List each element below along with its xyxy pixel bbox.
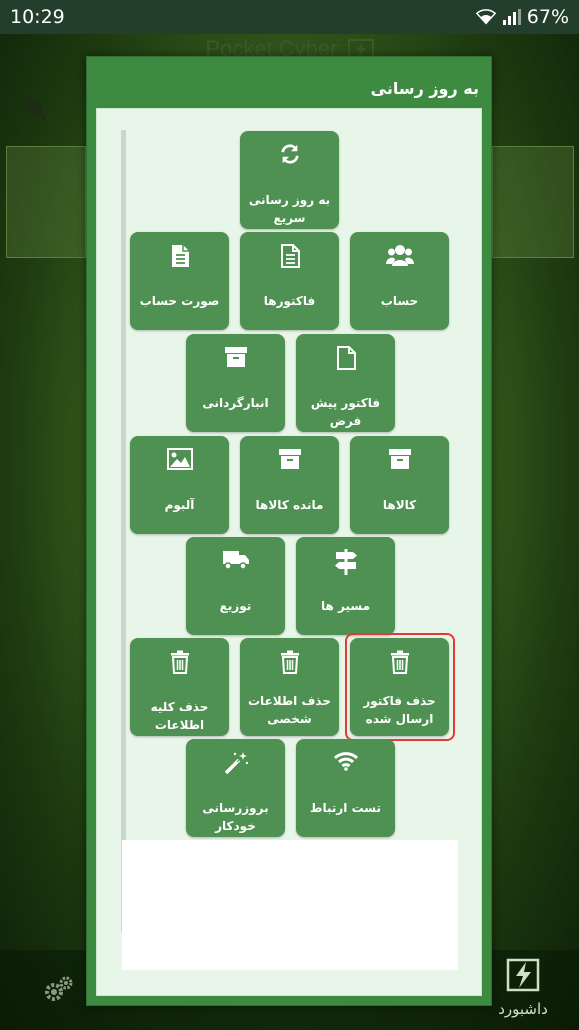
tile-label: تست ارتباط <box>310 801 381 815</box>
dashboard-icon <box>506 958 540 992</box>
tile-label: فاکتور پیش فرض <box>310 396 381 428</box>
tile-statement[interactable]: صورت حساب <box>130 232 229 330</box>
signal-icon <box>502 9 521 25</box>
tile-auto-update[interactable]: بروزرسانی خودکار <box>186 739 285 837</box>
refresh-icon <box>240 143 339 165</box>
tile-label: توزیع <box>219 599 252 613</box>
status-time: 10:29 <box>10 6 65 28</box>
background-panel-right <box>492 146 574 258</box>
status-bar: 10:29 67% <box>0 0 579 34</box>
tile-delete-personal-info[interactable]: حذف اطلاعات شخصی <box>240 638 339 736</box>
tile-default-invoice[interactable]: فاکتور پیش فرض <box>296 334 395 432</box>
tile-label: مانده کالاها <box>255 498 324 512</box>
archive-icon <box>186 346 285 368</box>
plug-icon <box>18 92 52 130</box>
tile-label: انبارگردانی <box>202 396 269 410</box>
tile-invoices[interactable]: فاکتورها <box>240 232 339 330</box>
tile-label: صورت حساب <box>139 294 220 308</box>
magic-wand-icon <box>186 751 285 775</box>
tile-delete-all-info[interactable]: حذف کلیه اطلاعات <box>130 638 229 736</box>
wifi-status-icon <box>475 9 496 25</box>
blank-document-icon <box>296 346 395 370</box>
tile-goods[interactable]: کالاها <box>350 436 449 534</box>
users-icon <box>350 244 449 268</box>
archive-icon <box>350 448 449 470</box>
tile-quick-update[interactable]: به روز رسانی سریع <box>240 131 339 229</box>
tile-inventory-count[interactable]: انبارگردانی <box>186 334 285 432</box>
tile-label: فاکتورها <box>263 294 316 308</box>
tile-album[interactable]: آلبوم <box>130 436 229 534</box>
truck-icon <box>186 549 285 571</box>
settings-gears-icon[interactable] <box>42 975 74 1007</box>
tile-label: حذف کلیه اطلاعات <box>150 700 209 732</box>
image-icon <box>130 448 229 470</box>
tile-goods-balance[interactable]: مانده کالاها <box>240 436 339 534</box>
tile-distribution[interactable]: توزیع <box>186 537 285 635</box>
document-icon <box>130 244 229 268</box>
scrollbar[interactable] <box>121 130 126 932</box>
tile-routes[interactable]: مسیر ها <box>296 537 395 635</box>
tile-label: مسیر ها <box>320 599 370 613</box>
dialog-title: به روز رسانی <box>370 79 479 98</box>
empty-area <box>122 840 458 970</box>
wifi-icon <box>296 751 395 771</box>
tile-label: به روز رسانی سریع <box>248 193 331 225</box>
selection-highlight <box>345 633 455 741</box>
signpost-icon <box>296 549 395 575</box>
tile-label: آلبوم <box>164 498 195 512</box>
tile-connection-test[interactable]: تست ارتباط <box>296 739 395 837</box>
tile-label: حذف اطلاعات شخصی <box>248 694 331 726</box>
tile-label: حساب <box>380 294 419 308</box>
background-panel-left <box>6 146 86 258</box>
tile-label: بروزرسانی خودکار <box>202 801 269 833</box>
trash-icon <box>130 650 229 674</box>
battery-percent: 67% <box>526 6 569 28</box>
tile-account[interactable]: حساب <box>350 232 449 330</box>
archive-icon <box>240 448 339 470</box>
document-icon <box>240 244 339 268</box>
tile-label: کالاها <box>382 498 417 512</box>
trash-icon <box>240 650 339 674</box>
dashboard-label: داشبورد <box>498 1000 548 1018</box>
status-right: 67% <box>475 6 569 28</box>
dashboard-nav[interactable]: داشبورد <box>492 958 554 1018</box>
